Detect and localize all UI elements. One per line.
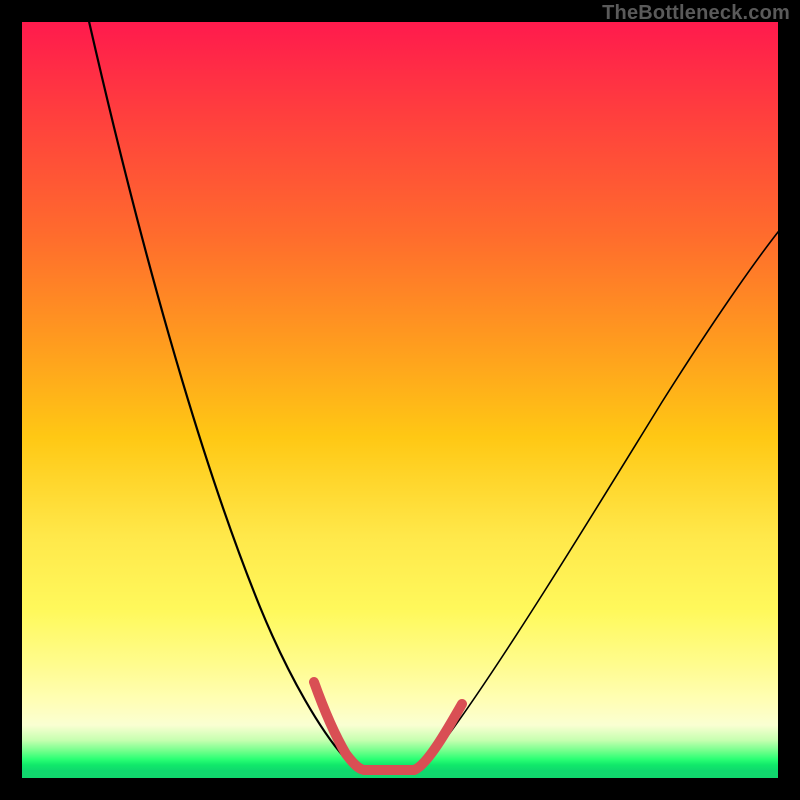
watermark-text: TheBottleneck.com — [602, 2, 790, 25]
curve-right — [414, 227, 778, 770]
highlight-right — [414, 704, 462, 770]
outer-frame: TheBottleneck.com — [0, 0, 800, 800]
curve-left — [88, 22, 360, 770]
curve-layer — [22, 22, 778, 778]
plot-area — [22, 22, 778, 778]
